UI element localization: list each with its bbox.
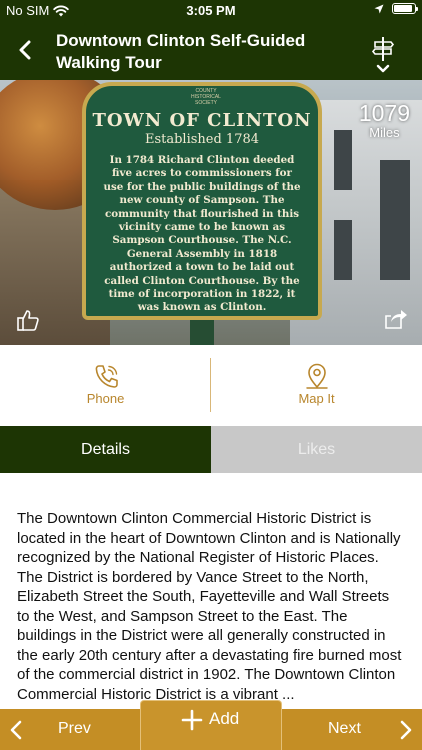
tab-likes[interactable]: Likes [211,426,422,473]
battery-level [394,5,413,12]
like-button[interactable] [16,308,40,332]
map-it-label: Map It [298,391,335,406]
map-pin-icon [306,363,328,389]
status-right [374,3,418,14]
phone-icon [95,365,118,388]
hero-photo: COUNTY HISTORICAL SOCIETY TOWN OF CLINTO… [0,80,422,345]
distance-value: 1079 [358,100,410,126]
sign-body: In 1784 Richard Clinton deeded five acre… [103,154,301,314]
prev-button[interactable]: Prev [0,709,140,750]
bottom-toolbar: Prev Add Next [0,700,422,750]
map-it-button[interactable]: Map It [211,345,422,426]
sign-crest: COUNTY HISTORICAL SOCIETY [191,88,221,106]
nav-bar: Downtown Clinton Self-Guided Walking Tou… [0,22,422,80]
location-arrow-icon [374,4,384,13]
contact-actions: Phone Map It [0,345,422,426]
page-title: Downtown Clinton Self-Guided Walking Tou… [56,31,306,72]
sign-title: TOWN OF CLINTON [92,110,312,131]
chevron-right-icon [400,720,412,740]
directions-menu-button[interactable] [366,34,400,74]
distance-readout: 1079 Miles [359,100,410,140]
signpost-icon [371,37,395,73]
plus-icon [181,709,203,731]
description-text: The Downtown Clinton Commercial Historic… [17,510,402,703]
next-label: Next [328,720,361,737]
battery-icon [392,3,418,14]
phone-label: Phone [86,391,125,406]
tab-details[interactable]: Details [0,426,211,473]
phone-button[interactable]: Phone [0,345,211,426]
prev-label: Prev [58,720,91,737]
next-button[interactable]: Next [282,709,422,750]
status-bar: No SIM 3:05 PM [0,0,422,22]
add-label: Add [209,709,240,728]
share-icon [385,310,407,329]
historical-marker-sign: COUNTY HISTORICAL SOCIETY TOWN OF CLINTO… [82,82,322,320]
chevron-left-icon [19,40,31,60]
share-button[interactable] [384,308,408,330]
detail-tabs: Details Likes [0,426,422,473]
distance-unit: Miles [369,125,400,140]
add-button[interactable]: Add [140,700,282,750]
status-time: 3:05 PM [186,3,236,18]
back-button[interactable] [10,35,40,65]
thumbs-up-icon [17,310,39,331]
sign-subtitle: Established 1784 [144,132,260,147]
chevron-left-icon [10,720,22,740]
